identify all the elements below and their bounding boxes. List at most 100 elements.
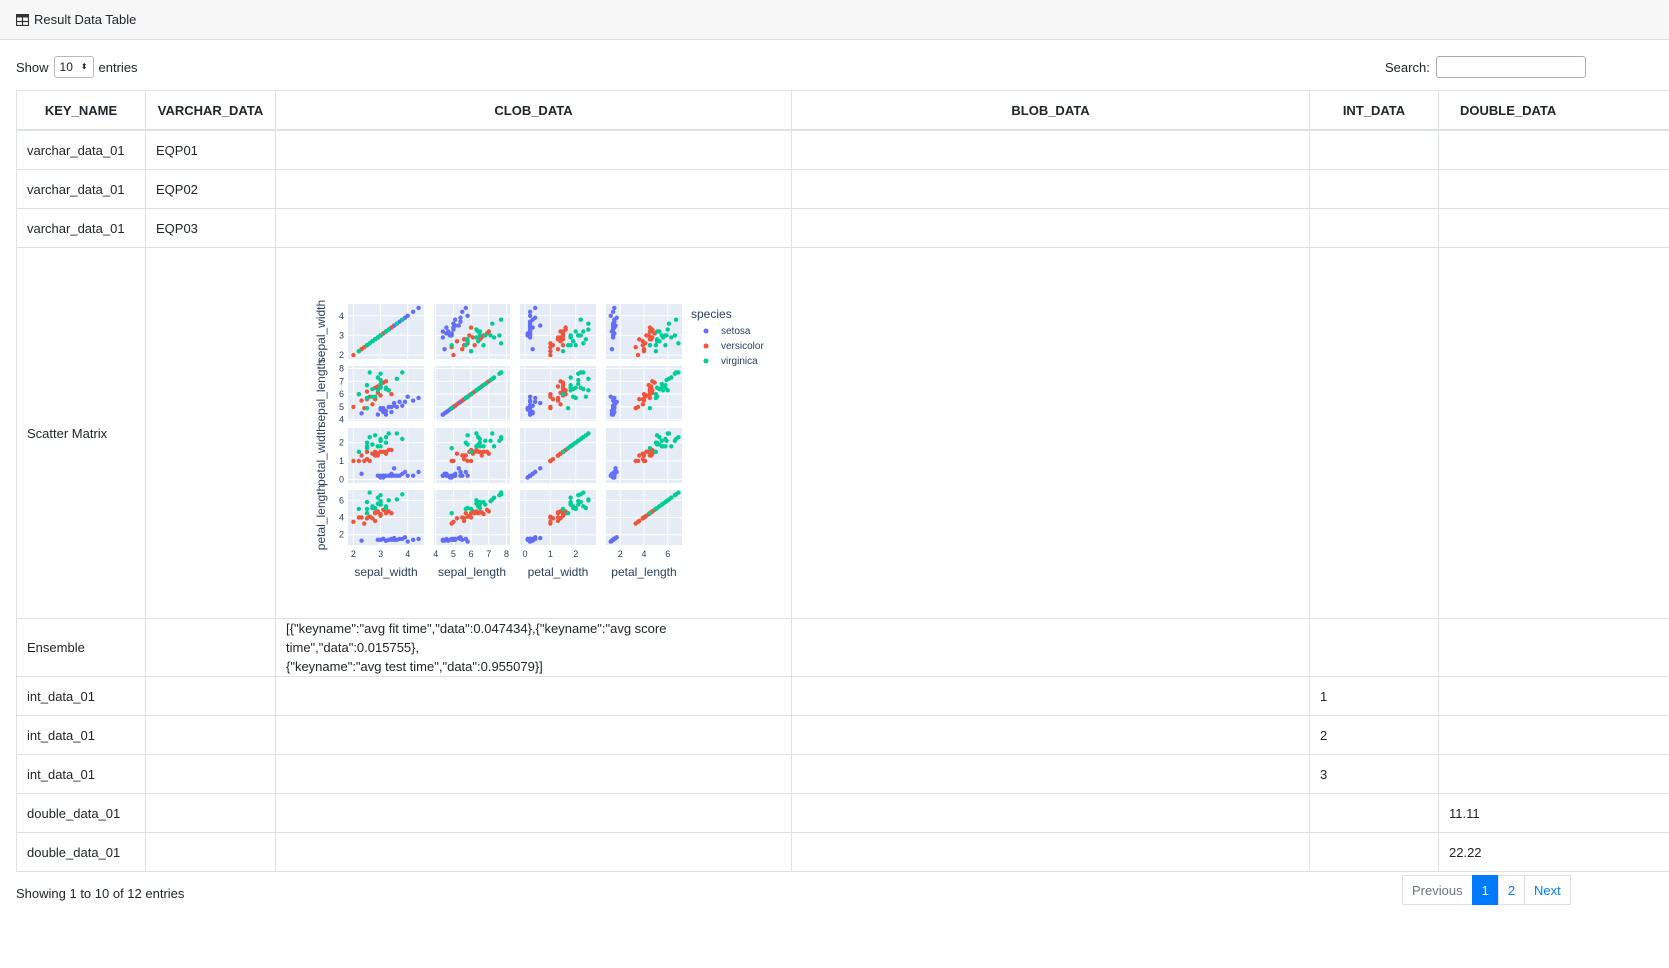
data-point-setosa	[463, 305, 469, 311]
subplot-petal_width-vs-petal_width	[520, 428, 596, 483]
data-point-versicolor	[484, 507, 490, 512]
y-tick-label: 7	[339, 376, 344, 386]
data-point-versicolor	[548, 404, 553, 410]
data-point-virginica	[669, 335, 674, 340]
y-tick-label: 6	[339, 495, 344, 505]
y-axis-label: sepal_length	[314, 359, 328, 427]
data-point-virginica	[653, 449, 659, 455]
search-input[interactable]	[1435, 56, 1586, 78]
data-point-virginica	[356, 391, 362, 397]
data-point-versicolor	[642, 458, 648, 464]
previous-page-button[interactable]: Previous	[1402, 875, 1473, 905]
column-header-clob-data[interactable]: CLOB_DATA	[275, 90, 792, 131]
data-point-virginica	[581, 370, 586, 375]
data-point-virginica	[394, 497, 400, 502]
y-tick-label: 2	[339, 438, 344, 448]
subplot-sepal_width-vs-sepal_length	[434, 304, 510, 359]
data-point-setosa	[527, 473, 533, 478]
cell-double-data: 22.22	[1438, 832, 1669, 872]
data-point-virginica	[364, 511, 370, 516]
data-point-versicolor	[454, 451, 460, 456]
data-point-setosa	[527, 412, 533, 417]
data-point-setosa	[391, 400, 397, 406]
x-tick-label: 2	[351, 549, 356, 559]
data-point-setosa	[456, 323, 461, 328]
data-point-versicolor	[642, 394, 648, 399]
column-header-blob-data[interactable]: BLOB_DATA	[791, 90, 1310, 131]
page-1-button[interactable]: 1	[1471, 875, 1499, 905]
cell-key-name: int_data_01	[16, 676, 146, 716]
data-point-virginica	[378, 385, 383, 390]
data-point-setosa	[394, 404, 400, 410]
data-point-virginica	[477, 333, 483, 338]
data-point-setosa	[400, 403, 405, 408]
data-point-virginica	[370, 386, 375, 392]
data-point-versicolor	[647, 391, 653, 397]
table-row: Scatter Matrix 2 3 4 sepal_width 4 5 6 7 8 sepal_…	[16, 247, 1669, 619]
data-point-setosa	[527, 404, 533, 410]
data-point-setosa	[527, 309, 533, 315]
page-length-select[interactable]: 10 ⬍	[53, 56, 94, 78]
data-point-setosa	[400, 536, 405, 542]
data-point-virginica	[653, 348, 659, 354]
cell-key-name: Ensemble	[16, 618, 146, 677]
data-point-setosa	[527, 329, 533, 334]
column-header-double-data[interactable]: DOUBLE_DATA	[1438, 90, 1669, 131]
data-point-virginica	[498, 490, 504, 495]
cell-varchar-data	[145, 754, 276, 794]
data-point-virginica	[378, 502, 383, 507]
y-tick-label: 2	[339, 530, 344, 540]
cell-int-data	[1309, 832, 1439, 872]
subplot-petal_length-vs-sepal_width	[348, 490, 424, 545]
data-point-virginica	[560, 449, 566, 455]
data-point-virginica	[653, 343, 659, 348]
data-point-virginica	[475, 434, 481, 440]
subplot-petal_length-vs-petal_width	[520, 490, 596, 545]
data-point-setosa	[463, 469, 469, 475]
data-point-virginica	[400, 436, 405, 442]
table-info: Showing 1 to 10 of 12 entries	[16, 886, 185, 901]
data-point-virginica	[378, 438, 383, 444]
x-tick-label: 6	[665, 549, 670, 559]
data-point-virginica	[676, 341, 681, 346]
data-point-virginica	[581, 490, 586, 495]
column-header-int-data[interactable]: INT_DATA	[1309, 90, 1439, 131]
data-point-virginica	[659, 381, 665, 387]
cell-key-name: int_data_01	[16, 715, 146, 755]
data-point-versicolor	[637, 337, 642, 342]
data-point-setosa	[530, 317, 535, 322]
data-point-setosa	[460, 309, 465, 315]
data-point-versicolor	[637, 453, 642, 458]
data-point-setosa	[525, 333, 530, 338]
data-point-virginica	[364, 506, 370, 512]
column-header-varchar-data[interactable]: VARCHAR_DATA	[145, 90, 276, 131]
cell-int-data	[1309, 129, 1439, 170]
data-point-virginica	[666, 431, 672, 436]
table-row: int_data_01 2	[16, 715, 1669, 755]
data-point-virginica	[578, 317, 583, 322]
data-point-setosa	[538, 400, 543, 406]
data-point-virginica	[372, 505, 378, 511]
subplot-sepal_width-vs-petal_width	[520, 304, 596, 359]
data-point-setosa	[440, 473, 446, 478]
cell-double-data	[1438, 129, 1669, 170]
data-point-setosa	[359, 411, 364, 416]
legend-marker-virginica	[703, 358, 709, 364]
data-point-versicolor	[451, 519, 456, 524]
cell-key-name: double_data_01	[16, 793, 146, 833]
next-page-button[interactable]: Next	[1524, 875, 1571, 905]
cell-int-data	[1309, 618, 1439, 677]
data-point-versicolor	[555, 518, 561, 524]
page-2-button[interactable]: 2	[1497, 875, 1526, 905]
data-point-virginica	[581, 386, 586, 392]
cell-blob-data	[791, 676, 1310, 716]
data-point-setosa	[416, 305, 421, 311]
cell-key-name: varchar_data_01	[16, 208, 146, 248]
data-point-virginica	[581, 504, 586, 509]
column-header-key-name[interactable]: KEY_NAME	[16, 90, 146, 131]
result-data-table: KEY_NAME VARCHAR_DATA CLOB_DATA BLOB_DAT…	[16, 90, 1669, 872]
cell-clob-data	[275, 832, 792, 872]
data-point-virginica	[659, 444, 665, 449]
x-tick-label: 1	[548, 549, 553, 559]
data-point-virginica	[400, 370, 405, 375]
